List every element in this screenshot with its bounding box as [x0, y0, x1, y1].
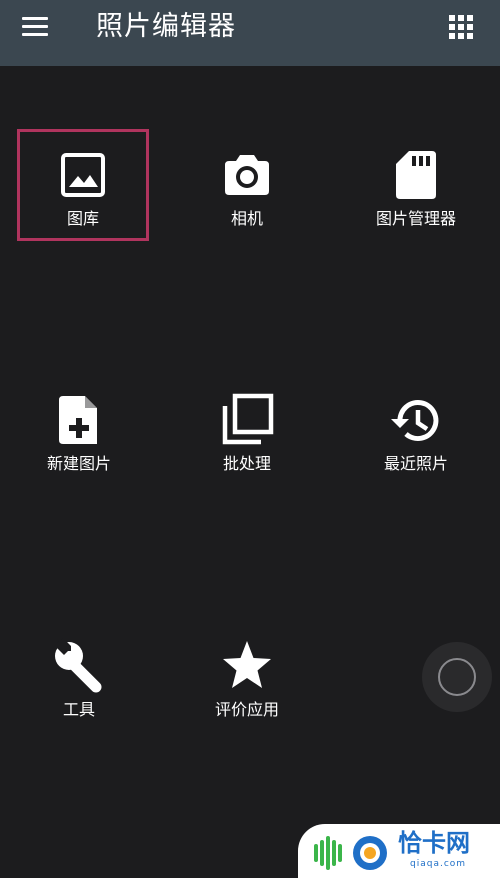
- tile-label: 工具: [62, 700, 95, 719]
- sd-card-icon: [388, 147, 444, 203]
- wrench-icon: [51, 638, 107, 694]
- tile-label: 相机: [230, 209, 263, 228]
- circle-icon: [438, 658, 476, 696]
- star-icon: [219, 638, 275, 694]
- tile-picture-manager[interactable]: 图片管理器: [350, 129, 482, 241]
- image-icon: [55, 147, 111, 203]
- floating-assistive-button[interactable]: [422, 642, 492, 712]
- tile-camera[interactable]: 相机: [181, 129, 313, 241]
- tile-new-picture[interactable]: 新建图片: [13, 374, 145, 486]
- hamburger-menu-icon[interactable]: [20, 14, 50, 40]
- app-title: 照片编辑器: [96, 11, 236, 42]
- tile-tools[interactable]: 工具: [13, 620, 145, 732]
- tile-label: 批处理: [222, 454, 271, 473]
- new-file-plus-icon: [51, 392, 107, 448]
- tile-gallery[interactable]: 图库: [17, 129, 149, 241]
- tile-label: 图库: [66, 209, 99, 228]
- tile-rate-app[interactable]: 评价应用: [181, 620, 313, 732]
- watermark-subtext: qiaqa.com: [410, 859, 467, 869]
- tile-recent-photos[interactable]: 最近照片: [350, 374, 482, 486]
- grid-apps-icon[interactable]: [448, 14, 474, 40]
- watermark-badge: 恰卡网 qiaqa.com: [298, 824, 500, 878]
- tile-batch[interactable]: 批处理: [181, 374, 313, 486]
- stacked-pages-icon: [219, 392, 275, 448]
- tile-label: 最近照片: [383, 454, 448, 473]
- tile-label: 图片管理器: [375, 209, 456, 228]
- watermark-text: 恰卡网: [398, 829, 470, 857]
- app-bar: 照片编辑器: [0, 0, 500, 66]
- main-screen: 照片编辑器 图库 相机 图片管理器 新建图片 批处理 最近照片 工具 评价应用 …: [0, 0, 500, 878]
- tile-label: 评价应用: [214, 700, 279, 719]
- tile-label: 新建图片: [46, 454, 111, 473]
- history-clock-icon: [388, 392, 444, 448]
- watermark-logo-icon: [308, 830, 396, 874]
- camera-icon: [219, 147, 275, 203]
